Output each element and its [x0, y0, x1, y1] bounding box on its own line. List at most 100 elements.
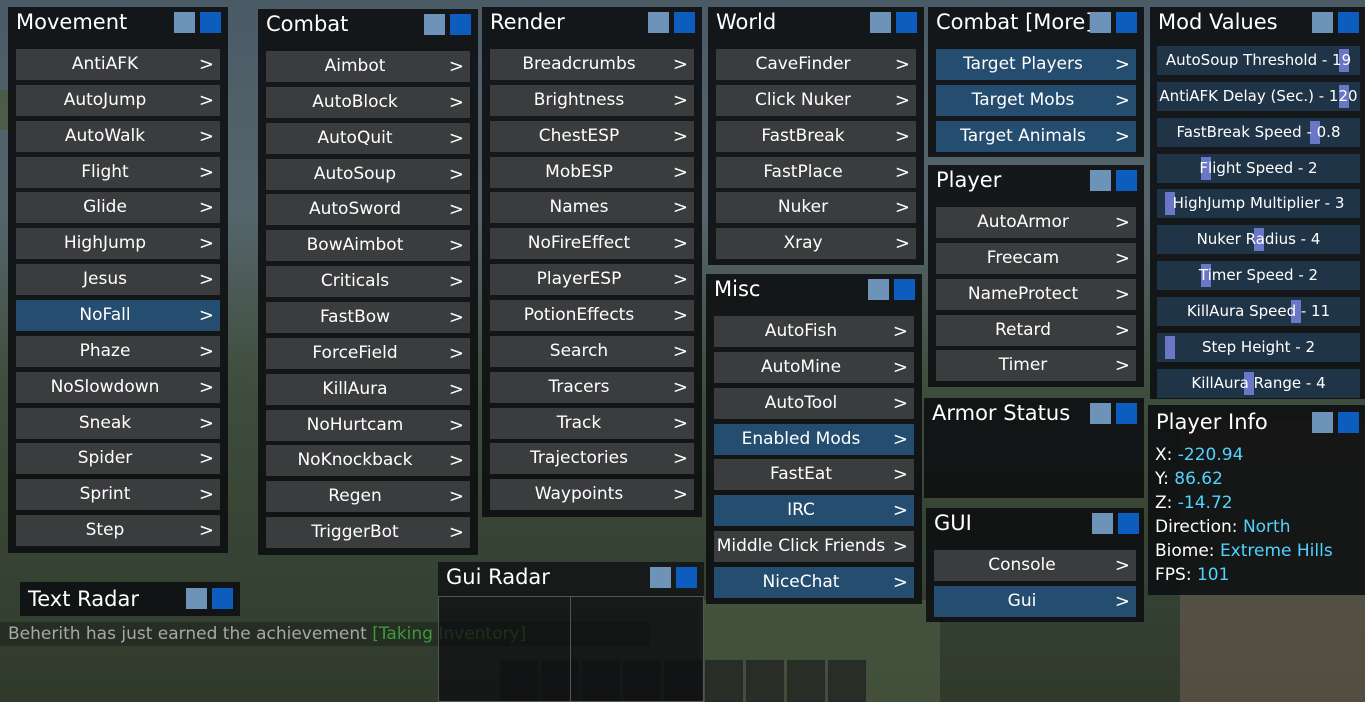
chevron-right-icon[interactable]: >	[895, 157, 910, 188]
module-button[interactable]: Aimbot >	[266, 51, 470, 82]
movement-panel-header[interactable]: Movement	[8, 7, 228, 39]
chevron-right-icon[interactable]: >	[449, 481, 464, 512]
pin-toggle[interactable]	[1312, 12, 1333, 33]
value-slider[interactable]: KillAura Speed - 11	[1157, 296, 1360, 326]
expand-toggle[interactable]	[1116, 12, 1137, 33]
chevron-right-icon[interactable]: >	[673, 85, 688, 116]
pin-toggle[interactable]	[870, 12, 891, 33]
chevron-right-icon[interactable]: >	[199, 157, 214, 188]
module-button[interactable]: Middle Click Friends >	[714, 531, 914, 563]
chevron-right-icon[interactable]: >	[199, 264, 214, 295]
chevron-right-icon[interactable]: >	[673, 336, 688, 367]
module-button[interactable]: FastBreak >	[716, 120, 916, 152]
value-slider[interactable]: Flight Speed - 2	[1157, 153, 1360, 183]
module-button[interactable]: Xray >	[716, 228, 916, 260]
armor-status-panel-header[interactable]: Armor Status	[924, 398, 1144, 430]
expand-toggle[interactable]	[676, 567, 697, 588]
chevron-right-icon[interactable]: >	[449, 87, 464, 118]
chevron-right-icon[interactable]: >	[1115, 121, 1130, 152]
chevron-right-icon[interactable]: >	[1115, 85, 1130, 116]
module-button[interactable]: AutoTool >	[714, 387, 914, 419]
module-button[interactable]: ForceField >	[266, 337, 470, 369]
chevron-right-icon[interactable]: >	[199, 515, 214, 546]
expand-toggle[interactable]	[1116, 170, 1137, 191]
render-panel-header[interactable]: Render	[482, 7, 702, 39]
chevron-right-icon[interactable]: >	[449, 445, 464, 476]
chevron-right-icon[interactable]: >	[199, 479, 214, 510]
misc-panel-header[interactable]: Misc	[706, 274, 922, 306]
chevron-right-icon[interactable]: >	[673, 49, 688, 80]
chevron-right-icon[interactable]: >	[893, 459, 908, 490]
hotbar-slot[interactable]	[828, 660, 866, 702]
text-radar-panel-header[interactable]: Text Radar	[20, 582, 240, 616]
chevron-right-icon[interactable]: >	[199, 85, 214, 116]
chevron-right-icon[interactable]: >	[1115, 207, 1130, 238]
module-button[interactable]: Nuker >	[716, 192, 916, 224]
expand-toggle[interactable]	[1116, 403, 1137, 424]
chevron-right-icon[interactable]: >	[199, 443, 214, 474]
module-button[interactable]: NoSlowdown >	[16, 371, 220, 403]
chevron-right-icon[interactable]: >	[199, 121, 214, 152]
module-button[interactable]: Phaze >	[16, 335, 220, 367]
module-button[interactable]: Sneak >	[16, 407, 220, 439]
module-button[interactable]: Track >	[490, 407, 694, 439]
module-button[interactable]: NiceChat >	[714, 566, 914, 598]
module-button[interactable]: HighJump >	[16, 228, 220, 260]
expand-toggle[interactable]	[200, 12, 221, 33]
module-button[interactable]: AutoQuit >	[266, 122, 470, 154]
module-button[interactable]: PotionEffects >	[490, 299, 694, 331]
chevron-right-icon[interactable]: >	[673, 121, 688, 152]
module-button[interactable]: Flight >	[16, 156, 220, 188]
chevron-right-icon[interactable]: >	[449, 266, 464, 297]
module-button[interactable]: TriggerBot >	[266, 517, 470, 549]
expand-toggle[interactable]	[450, 14, 471, 35]
chevron-right-icon[interactable]: >	[199, 49, 214, 80]
combat-more-panel-header[interactable]: Combat [More]	[928, 7, 1144, 39]
module-button[interactable]: Waypoints >	[490, 479, 694, 511]
chevron-right-icon[interactable]: >	[1115, 350, 1130, 381]
module-button[interactable]: AutoBlock >	[266, 86, 470, 118]
chevron-right-icon[interactable]: >	[893, 316, 908, 347]
module-button[interactable]: Brightness >	[490, 84, 694, 116]
module-button[interactable]: FastEat >	[714, 459, 914, 491]
chevron-right-icon[interactable]: >	[199, 408, 214, 439]
chevron-right-icon[interactable]: >	[199, 192, 214, 223]
pin-toggle[interactable]	[1312, 412, 1333, 433]
chevron-right-icon[interactable]: >	[673, 157, 688, 188]
chevron-right-icon[interactable]: >	[199, 300, 214, 331]
chevron-right-icon[interactable]: >	[895, 85, 910, 116]
player-panel-header[interactable]: Player	[928, 165, 1144, 197]
chevron-right-icon[interactable]: >	[673, 300, 688, 331]
module-button[interactable]: AutoFish >	[714, 316, 914, 347]
chevron-right-icon[interactable]: >	[673, 443, 688, 474]
module-button[interactable]: Gui >	[934, 585, 1136, 617]
pin-toggle[interactable]	[868, 279, 889, 300]
module-button[interactable]: FastPlace >	[716, 156, 916, 188]
pin-toggle[interactable]	[1090, 403, 1111, 424]
pin-toggle[interactable]	[1090, 12, 1111, 33]
pin-toggle[interactable]	[650, 567, 671, 588]
module-button[interactable]: Criticals >	[266, 266, 470, 298]
module-button[interactable]: Glide >	[16, 192, 220, 224]
module-button[interactable]: Trajectories >	[490, 443, 694, 475]
chevron-right-icon[interactable]: >	[1115, 586, 1130, 617]
module-button[interactable]: NoFall >	[16, 299, 220, 331]
module-button[interactable]: Sprint >	[16, 479, 220, 511]
module-button[interactable]: Target Animals >	[936, 120, 1136, 152]
chevron-right-icon[interactable]: >	[449, 230, 464, 261]
module-button[interactable]: NoKnockback >	[266, 445, 470, 477]
chevron-right-icon[interactable]: >	[893, 352, 908, 383]
chevron-right-icon[interactable]: >	[1115, 279, 1130, 310]
chevron-right-icon[interactable]: >	[893, 424, 908, 455]
module-button[interactable]: Freecam >	[936, 242, 1136, 274]
chevron-right-icon[interactable]: >	[1115, 49, 1130, 80]
module-button[interactable]: AutoArmor >	[936, 207, 1136, 238]
module-button[interactable]: NameProtect >	[936, 278, 1136, 310]
module-button[interactable]: Enabled Mods >	[714, 423, 914, 455]
chevron-right-icon[interactable]: >	[895, 121, 910, 152]
value-slider[interactable]: Step Height - 2	[1157, 332, 1360, 362]
hotbar-slot[interactable]	[705, 660, 743, 702]
value-slider[interactable]: FastBreak Speed - 0.8	[1157, 117, 1360, 147]
expand-toggle[interactable]	[894, 279, 915, 300]
module-button[interactable]: Search >	[490, 335, 694, 367]
